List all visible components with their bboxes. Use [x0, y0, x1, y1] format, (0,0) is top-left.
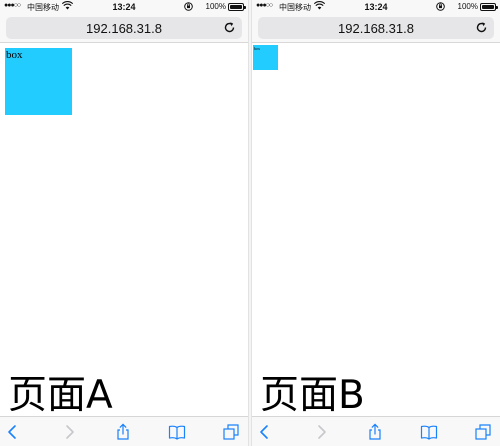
- back-icon[interactable]: [4, 423, 22, 441]
- address-bar: 192.168.31.8: [0, 14, 248, 43]
- forward-icon[interactable]: [60, 423, 78, 441]
- forward-icon[interactable]: [312, 423, 330, 441]
- battery-icon: [228, 3, 246, 11]
- url-field[interactable]: 192.168.31.8: [258, 17, 494, 39]
- phone-screen-a: ●●●○○ 中国移动 13:24 100% 192.168.31.8 box 页…: [0, 0, 248, 446]
- bookmarks-icon[interactable]: [168, 423, 186, 441]
- tabs-icon[interactable]: [222, 423, 240, 441]
- url-field[interactable]: 192.168.31.8: [6, 17, 242, 39]
- url-text: 192.168.31.8: [338, 21, 414, 36]
- phone-screen-b: ●●●○○ 中国移动 13:24 100% 192.168.31.8 box 页…: [252, 0, 500, 446]
- page-label: 页面B: [260, 373, 365, 418]
- bottom-toolbar: [252, 416, 500, 446]
- orientation-lock-icon: [436, 2, 445, 11]
- reload-icon[interactable]: [223, 21, 236, 34]
- share-icon[interactable]: [114, 423, 132, 441]
- box-element: box: [5, 48, 72, 115]
- url-text: 192.168.31.8: [86, 21, 162, 36]
- reload-icon[interactable]: [475, 21, 488, 34]
- web-page-content: box 页面A: [0, 44, 248, 418]
- box-element: box: [253, 45, 278, 70]
- address-bar: 192.168.31.8: [252, 14, 500, 43]
- back-icon[interactable]: [256, 423, 274, 441]
- status-bar: ●●●○○ 中国移动 13:24 100%: [252, 0, 500, 14]
- tabs-icon[interactable]: [474, 423, 492, 441]
- web-page-content: box 页面B: [252, 44, 500, 418]
- status-bar: ●●●○○ 中国移动 13:24 100%: [0, 0, 248, 14]
- battery-percent: 100%: [457, 2, 478, 11]
- orientation-lock-icon: [184, 2, 193, 11]
- bookmarks-icon[interactable]: [420, 423, 438, 441]
- share-icon[interactable]: [366, 423, 384, 441]
- battery-percent: 100%: [205, 2, 226, 11]
- battery-icon: [480, 3, 498, 11]
- page-label: 页面A: [8, 373, 113, 418]
- bottom-toolbar: [0, 416, 248, 446]
